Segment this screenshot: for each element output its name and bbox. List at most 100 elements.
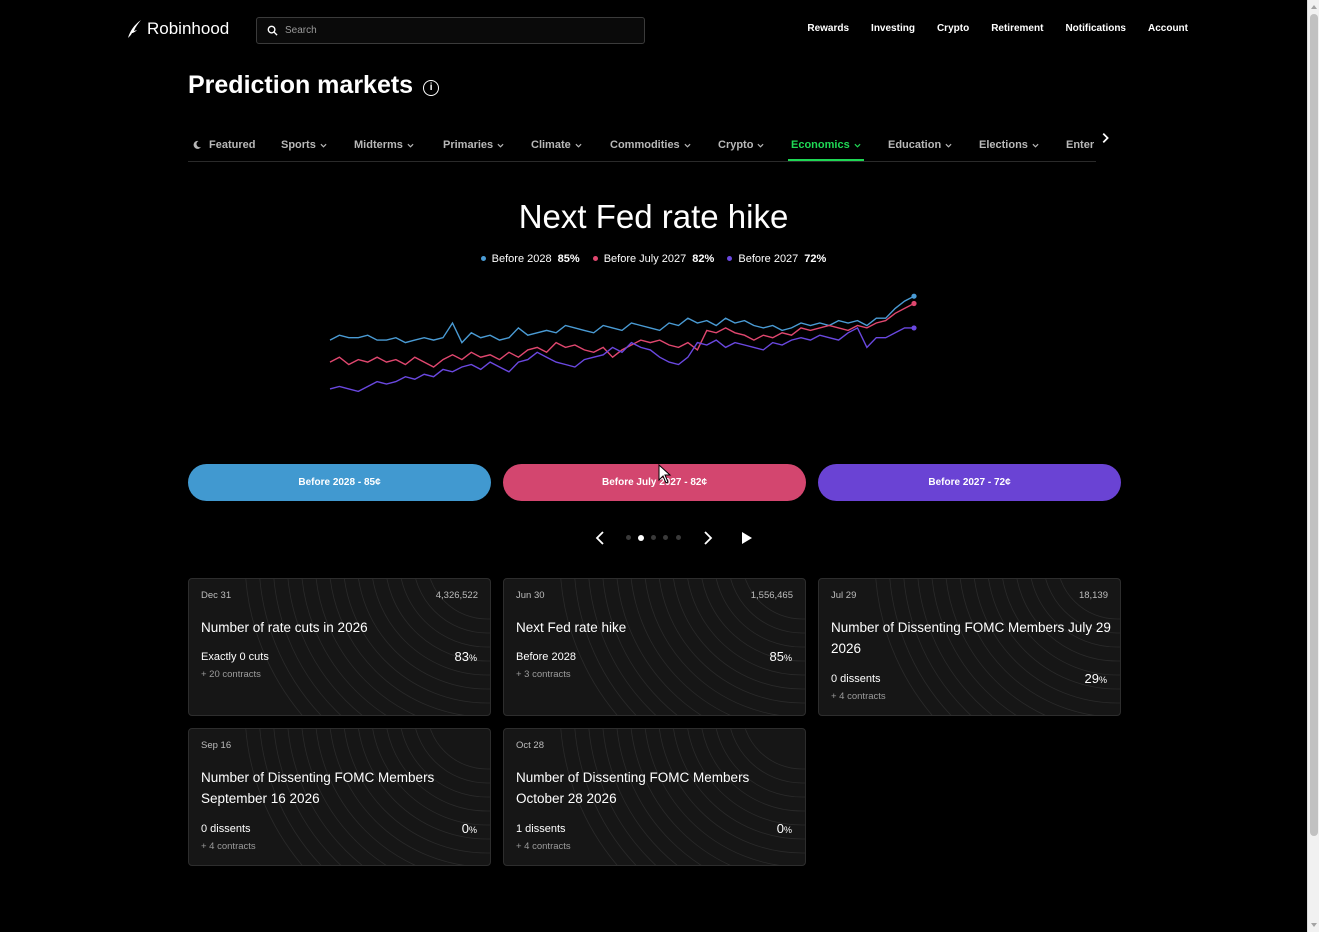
card-option: 0 dissents — [201, 823, 251, 835]
pager-dot[interactable] — [676, 535, 681, 540]
legend-value: 85% — [557, 252, 580, 265]
card-volume: 4,326,522 — [435, 590, 478, 601]
robinhood-logo[interactable]: Robinhood — [125, 19, 229, 39]
series-end-point-1 — [911, 300, 917, 307]
tab-climate[interactable]: Climate — [531, 130, 582, 160]
tab-label: Midterms — [354, 139, 403, 151]
category-tabs: Featured Sports Midterms Primaries Climate Co… — [188, 122, 1096, 162]
legend-dot — [480, 256, 486, 261]
top-nav: Robinhood Rewards Investing Crypto Retir… — [0, 0, 1307, 60]
card-volume: 1,556,465 — [750, 590, 793, 601]
scroll-down-icon[interactable] — [1310, 921, 1318, 929]
market-card[interactable]: Jul 29 18,139 Number of Dissenting FOMC Me… — [818, 578, 1121, 716]
legend-label: Before 2027 — [738, 252, 799, 265]
market-card[interactable]: Dec 31 4,326,522 Number of rate cuts in 20… — [188, 578, 491, 716]
tab-enter[interactable]: Enter — [1066, 130, 1094, 160]
card-percent: 0% — [777, 821, 792, 836]
search-icon — [267, 25, 278, 36]
card-percent-unit: % — [783, 825, 792, 835]
tab-sports[interactable]: Sports — [281, 130, 327, 160]
card-date: Sep 16 — [201, 740, 232, 751]
card-percent: 85% — [770, 649, 792, 664]
tab-label: Elections — [979, 139, 1028, 151]
card-percent-value: 0 — [776, 821, 784, 836]
card-title: Next Fed rate hike — [516, 620, 627, 635]
tab-education[interactable]: Education — [888, 130, 952, 160]
search-box[interactable] — [256, 17, 645, 44]
scroll-up-icon[interactable] — [1310, 3, 1318, 11]
card-percent-unit: % — [468, 653, 477, 663]
nav-retirement[interactable]: Retirement — [991, 23, 1043, 34]
pager-dot-active[interactable] — [638, 534, 644, 541]
tab-featured[interactable]: Featured — [192, 130, 255, 160]
card-more-contracts: + 20 contracts — [201, 669, 261, 680]
buy-before-2028-button[interactable]: Before 2028 - 85¢ — [188, 464, 491, 501]
legend-dot — [592, 256, 598, 261]
card-percent: 83% — [455, 649, 477, 664]
featured-icon — [193, 140, 201, 149]
nav-account[interactable]: Account — [1148, 23, 1188, 34]
tabs-next-button[interactable] — [1097, 130, 1113, 146]
market-card[interactable]: Jun 30 1,556,465 Next Fed rate hike Before … — [503, 578, 806, 716]
card-date: Jun 30 — [516, 590, 545, 601]
card-percent-value: 83 — [454, 649, 469, 664]
legend-label: Before July 2027 — [603, 252, 687, 265]
main-nav: Rewards Investing Crypto Retirement Noti… — [785, 23, 1188, 34]
nav-rewards[interactable]: Rewards — [807, 23, 849, 34]
tab-label: Education — [888, 139, 942, 151]
nav-crypto[interactable]: Crypto — [937, 23, 969, 34]
card-percent: 0% — [462, 821, 477, 836]
tab-midterms[interactable]: Midterms — [354, 130, 414, 160]
buy-before-2027-button[interactable]: Before 2027 - 72¢ — [818, 464, 1121, 501]
card-date: Oct 28 — [516, 740, 544, 751]
page-scrollbar[interactable] — [1307, 0, 1319, 932]
card-title: Number of rate cuts in 2026 — [201, 620, 368, 635]
tab-label: Climate — [531, 139, 571, 151]
info-icon[interactable]: i — [423, 79, 440, 96]
search-input[interactable] — [285, 25, 625, 36]
page-title: Prediction markets i — [188, 71, 440, 100]
tab-primaries[interactable]: Primaries — [443, 130, 504, 160]
card-volume: 18,139 — [1078, 590, 1108, 601]
tab-economics[interactable]: Economics — [788, 130, 864, 161]
tab-crypto[interactable]: Crypto — [718, 130, 764, 160]
nav-notifications[interactable]: Notifications — [1065, 23, 1126, 34]
tab-label: Enter — [1066, 139, 1095, 151]
card-title: Number of Dissenting FOMC Members Octobe… — [516, 770, 750, 806]
tab-label: Primaries — [443, 139, 494, 151]
nav-investing[interactable]: Investing — [871, 23, 915, 34]
chevron-down-icon — [684, 143, 691, 148]
buy-before-july-2027-button[interactable]: Before July 2027 - 82¢ — [503, 464, 806, 501]
tab-elections[interactable]: Elections — [979, 130, 1039, 160]
card-more-contracts: + 4 contracts — [516, 841, 571, 852]
card-title: Number of Dissenting FOMC Members July 2… — [831, 620, 1111, 656]
market-card[interactable]: Oct 28 Number of Dissenting FOMC Members … — [503, 728, 806, 866]
tab-label: Crypto — [718, 139, 754, 151]
scrollbar-thumb[interactable] — [1310, 14, 1318, 836]
pager-dot[interactable] — [651, 535, 656, 540]
chevron-left-icon[interactable] — [593, 530, 609, 546]
chevron-down-icon — [945, 143, 952, 148]
legend-item: Before 2027 72% — [727, 253, 826, 265]
brand-name: Robinhood — [147, 19, 230, 38]
tab-label: Sports — [281, 139, 316, 151]
card-percent-value: 29 — [1084, 671, 1099, 686]
card-percent-unit: % — [1098, 675, 1107, 685]
chevron-down-icon — [1032, 143, 1039, 148]
card-date: Jul 29 — [831, 590, 857, 601]
tab-commodities[interactable]: Commodities — [610, 130, 691, 160]
pager-dot[interactable] — [663, 535, 668, 540]
market-card[interactable]: Sep 16 Number of Dissenting FOMC Members … — [188, 728, 491, 866]
card-percent-value: 0 — [461, 821, 469, 836]
legend-item: Before 2028 85% — [480, 252, 580, 265]
tab-label: Commodities — [610, 139, 680, 151]
card-more-contracts: + 3 contracts — [516, 669, 571, 680]
chevron-right-icon[interactable] — [699, 530, 715, 546]
chevron-down-icon — [497, 143, 504, 148]
mouse-cursor-icon — [658, 464, 672, 484]
card-date: Dec 31 — [201, 590, 232, 601]
play-icon[interactable] — [738, 530, 754, 546]
series-line-1 — [329, 302, 915, 368]
card-title: Number of Dissenting FOMC Members Septem… — [201, 770, 435, 806]
pager-dot[interactable] — [626, 535, 631, 540]
